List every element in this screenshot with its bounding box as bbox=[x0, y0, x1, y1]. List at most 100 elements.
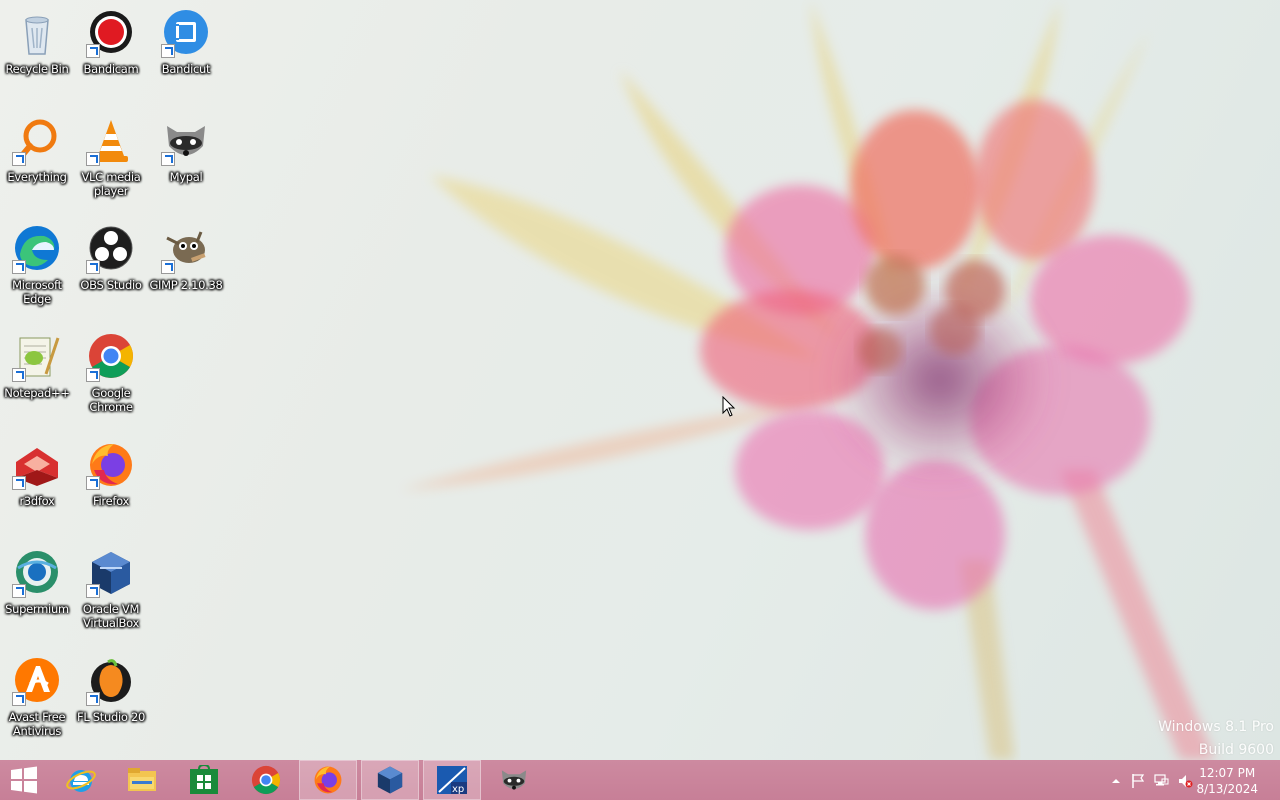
obs-icon bbox=[86, 224, 136, 274]
watermark-build: Build 9600 bbox=[1198, 742, 1274, 758]
mypal-raccoon-icon bbox=[501, 770, 527, 790]
desktop-icon-supermium[interactable]: Supermium bbox=[0, 548, 74, 616]
shortcut-arrow-icon bbox=[86, 260, 100, 274]
desktop-icon-recycle-bin[interactable]: Recycle Bin bbox=[0, 8, 74, 76]
virtualbox-icon bbox=[377, 766, 403, 794]
icon-label: OBS Studio bbox=[80, 278, 142, 292]
firefox-icon bbox=[86, 440, 136, 490]
watermark-edition: Windows 8.1 Pro bbox=[1158, 719, 1274, 735]
flower-wallpaper bbox=[400, 0, 1215, 760]
windows-version-watermark: Windows 8.1 Pro Build 9600 bbox=[1158, 716, 1274, 760]
shortcut-arrow-icon bbox=[86, 692, 100, 706]
edge-icon bbox=[12, 224, 62, 274]
file-explorer-icon bbox=[128, 768, 156, 791]
icon-label: Bandicam bbox=[83, 62, 139, 76]
icon-label: Avast Free Antivirus bbox=[8, 710, 66, 738]
desktop-icon-mypal[interactable]: Mypal bbox=[149, 116, 223, 184]
network-icon[interactable] bbox=[1153, 773, 1169, 789]
windows-start-icon bbox=[11, 766, 37, 794]
desktop-icon-avast[interactable]: Avast Free Antivirus bbox=[0, 656, 74, 738]
chrome-icon bbox=[251, 765, 281, 795]
desktop-icon-obs[interactable]: OBS Studio bbox=[74, 224, 148, 292]
taskbar: xp 12:07 PM 8/13/2024 bbox=[0, 760, 1280, 800]
internet-explorer-icon bbox=[66, 770, 96, 792]
icon-label: r3dfox bbox=[19, 494, 55, 508]
start-button[interactable] bbox=[0, 760, 48, 800]
desktop-icon-gimp[interactable]: GIMP 2.10.38 bbox=[149, 224, 223, 292]
taskbar-virtualbox-xp-vm[interactable]: xp bbox=[423, 760, 481, 800]
action-center-flag-icon[interactable] bbox=[1130, 773, 1146, 789]
icon-label: Oracle VM VirtualBox bbox=[82, 602, 140, 630]
virtualbox-icon bbox=[86, 548, 136, 598]
shortcut-arrow-icon bbox=[12, 260, 26, 274]
shortcut-arrow-icon bbox=[86, 152, 100, 166]
avast-icon bbox=[12, 656, 62, 706]
icon-label: Everything bbox=[7, 170, 67, 184]
shortcut-arrow-icon bbox=[86, 476, 100, 490]
shortcut-arrow-icon bbox=[12, 152, 26, 166]
fl-studio-icon bbox=[86, 656, 136, 706]
show-hidden-icons-chevron-icon[interactable] bbox=[1108, 773, 1124, 789]
icon-label: Bandicut bbox=[161, 62, 211, 76]
icon-label: Mypal bbox=[169, 170, 203, 184]
desktop-icon-firefox[interactable]: Firefox bbox=[74, 440, 148, 508]
chrome-icon bbox=[86, 332, 136, 382]
taskbar-mypal[interactable] bbox=[485, 760, 543, 800]
desktop-icon-notepadpp[interactable]: Notepad++ bbox=[0, 332, 74, 400]
icon-label: Recycle Bin bbox=[5, 62, 69, 76]
supermium-icon bbox=[12, 548, 62, 598]
vlc-cone-icon bbox=[86, 116, 136, 166]
shortcut-arrow-icon bbox=[12, 476, 26, 490]
desktop-icon-bandicut[interactable]: Bandicut bbox=[149, 8, 223, 76]
mouse-pointer-icon bbox=[722, 396, 736, 417]
desktop-icon-virtualbox[interactable]: Oracle VM VirtualBox bbox=[74, 548, 148, 630]
gimp-icon bbox=[161, 224, 211, 274]
shortcut-arrow-icon bbox=[86, 368, 100, 382]
icon-label: Google Chrome bbox=[89, 386, 133, 414]
shortcut-arrow-icon bbox=[86, 44, 100, 58]
desktop-icon-everything[interactable]: Everything bbox=[0, 116, 74, 184]
volume-muted-icon[interactable] bbox=[1177, 773, 1193, 789]
taskbar-file-explorer[interactable] bbox=[113, 760, 171, 800]
everything-search-icon bbox=[12, 116, 62, 166]
icon-label: Notepad++ bbox=[4, 386, 70, 400]
taskbar-internet-explorer[interactable] bbox=[52, 760, 110, 800]
desktop[interactable]: Recycle Bin Bandicam Bandicut Everything… bbox=[0, 0, 1280, 760]
desktop-icon-chrome[interactable]: Google Chrome bbox=[74, 332, 148, 414]
desktop-icon-r3dfox[interactable]: r3dfox bbox=[0, 440, 74, 508]
desktop-icon-fl-studio[interactable]: FL Studio 20 bbox=[74, 656, 148, 724]
virtualbox-xp-vm-icon: xp bbox=[437, 766, 467, 795]
clock-date: 8/13/2024 bbox=[1196, 782, 1258, 796]
desktop-icon-vlc[interactable]: VLC media player bbox=[74, 116, 148, 198]
icon-label: Supermium bbox=[5, 602, 69, 616]
taskbar-chrome[interactable] bbox=[237, 760, 295, 800]
recycle-bin-icon bbox=[12, 8, 62, 58]
svg-text:xp: xp bbox=[452, 784, 464, 795]
icon-label: FL Studio 20 bbox=[77, 710, 145, 724]
shortcut-arrow-icon bbox=[161, 260, 175, 274]
taskbar-virtualbox[interactable] bbox=[361, 760, 419, 800]
taskbar-windows-store[interactable] bbox=[175, 760, 233, 800]
r3dfox-icon bbox=[12, 440, 62, 490]
shortcut-arrow-icon bbox=[86, 584, 100, 598]
icon-label: Microsoft Edge bbox=[12, 278, 62, 306]
shortcut-arrow-icon bbox=[12, 584, 26, 598]
bandicut-icon bbox=[161, 8, 211, 58]
icon-label: VLC media player bbox=[81, 170, 141, 198]
shortcut-arrow-icon bbox=[12, 692, 26, 706]
icon-label: GIMP 2.10.38 bbox=[149, 278, 223, 292]
system-tray: 12:07 PM 8/13/2024 bbox=[1100, 760, 1280, 800]
tray-clock[interactable]: 12:07 PM 8/13/2024 bbox=[1196, 765, 1258, 797]
notepad-plus-plus-icon bbox=[12, 332, 62, 382]
shortcut-arrow-icon bbox=[12, 368, 26, 382]
mypal-raccoon-icon bbox=[161, 116, 211, 166]
clock-time: 12:07 PM bbox=[1199, 766, 1256, 780]
shortcut-arrow-icon bbox=[161, 152, 175, 166]
bandicam-icon bbox=[86, 8, 136, 58]
desktop-icon-bandicam[interactable]: Bandicam bbox=[74, 8, 148, 76]
icon-label: Firefox bbox=[93, 494, 129, 508]
desktop-icon-edge[interactable]: Microsoft Edge bbox=[0, 224, 74, 306]
taskbar-firefox[interactable] bbox=[299, 760, 357, 800]
windows-store-icon bbox=[190, 765, 218, 794]
firefox-icon bbox=[314, 766, 342, 794]
